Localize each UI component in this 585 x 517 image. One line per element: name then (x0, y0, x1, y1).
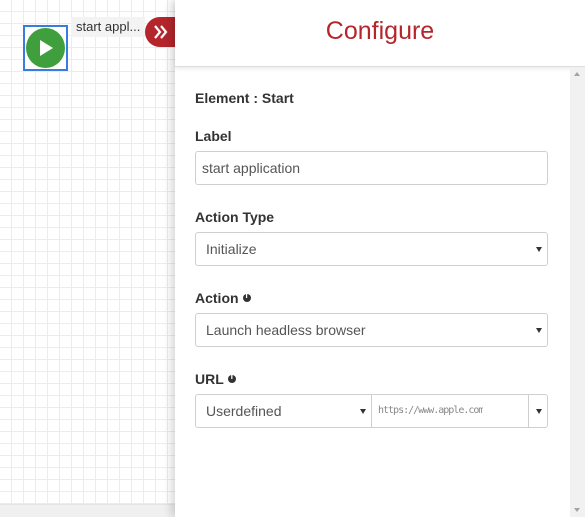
action-type-label: Action Type (195, 209, 275, 225)
flow-canvas[interactable]: start appl... (0, 0, 185, 517)
collapse-panel-button[interactable] (145, 17, 177, 47)
action-label: Action (195, 290, 548, 306)
url-row: Userdefined https://www.apple.com (195, 394, 548, 428)
panel-scrollbar[interactable] (570, 67, 585, 517)
scroll-up-icon[interactable] (574, 72, 580, 76)
url-label: URL (195, 371, 548, 387)
label-input[interactable]: start application (195, 151, 548, 185)
divider (528, 395, 529, 427)
caret-down-icon (360, 409, 366, 414)
url-source-select[interactable]: Userdefined (195, 394, 372, 428)
node-label: start appl... (71, 17, 146, 37)
url-value-text: https://www.apple.com (378, 405, 484, 416)
double-chevron-right-icon (154, 25, 168, 39)
configure-panel: Configure Element : Start Label start ap… (175, 0, 585, 517)
scroll-down-icon[interactable] (574, 508, 580, 512)
url-group: URL Userdefined https://www.apple.com (195, 371, 548, 428)
panel-title: Configure (175, 0, 585, 67)
url-value-select[interactable]: https://www.apple.com (372, 394, 548, 428)
action-type-group: Action Type Initialize (195, 209, 548, 266)
label-field-label: Label (195, 128, 232, 144)
caret-down-icon (536, 409, 542, 414)
caret-down-icon (536, 247, 542, 252)
action-type-select[interactable]: Initialize (195, 232, 548, 266)
info-icon[interactable] (242, 292, 251, 302)
config-form: Element : Start Label start application … (195, 90, 548, 452)
caret-down-icon (536, 328, 542, 333)
label-group: Label start application (195, 128, 548, 185)
action-group: Action Launch headless browser (195, 290, 548, 347)
info-icon[interactable] (227, 373, 236, 383)
action-select[interactable]: Launch headless browser (195, 313, 548, 347)
start-node[interactable] (23, 25, 68, 71)
canvas-scrollbar[interactable] (0, 504, 185, 517)
element-heading: Element : Start (195, 90, 294, 106)
play-icon (26, 28, 65, 68)
